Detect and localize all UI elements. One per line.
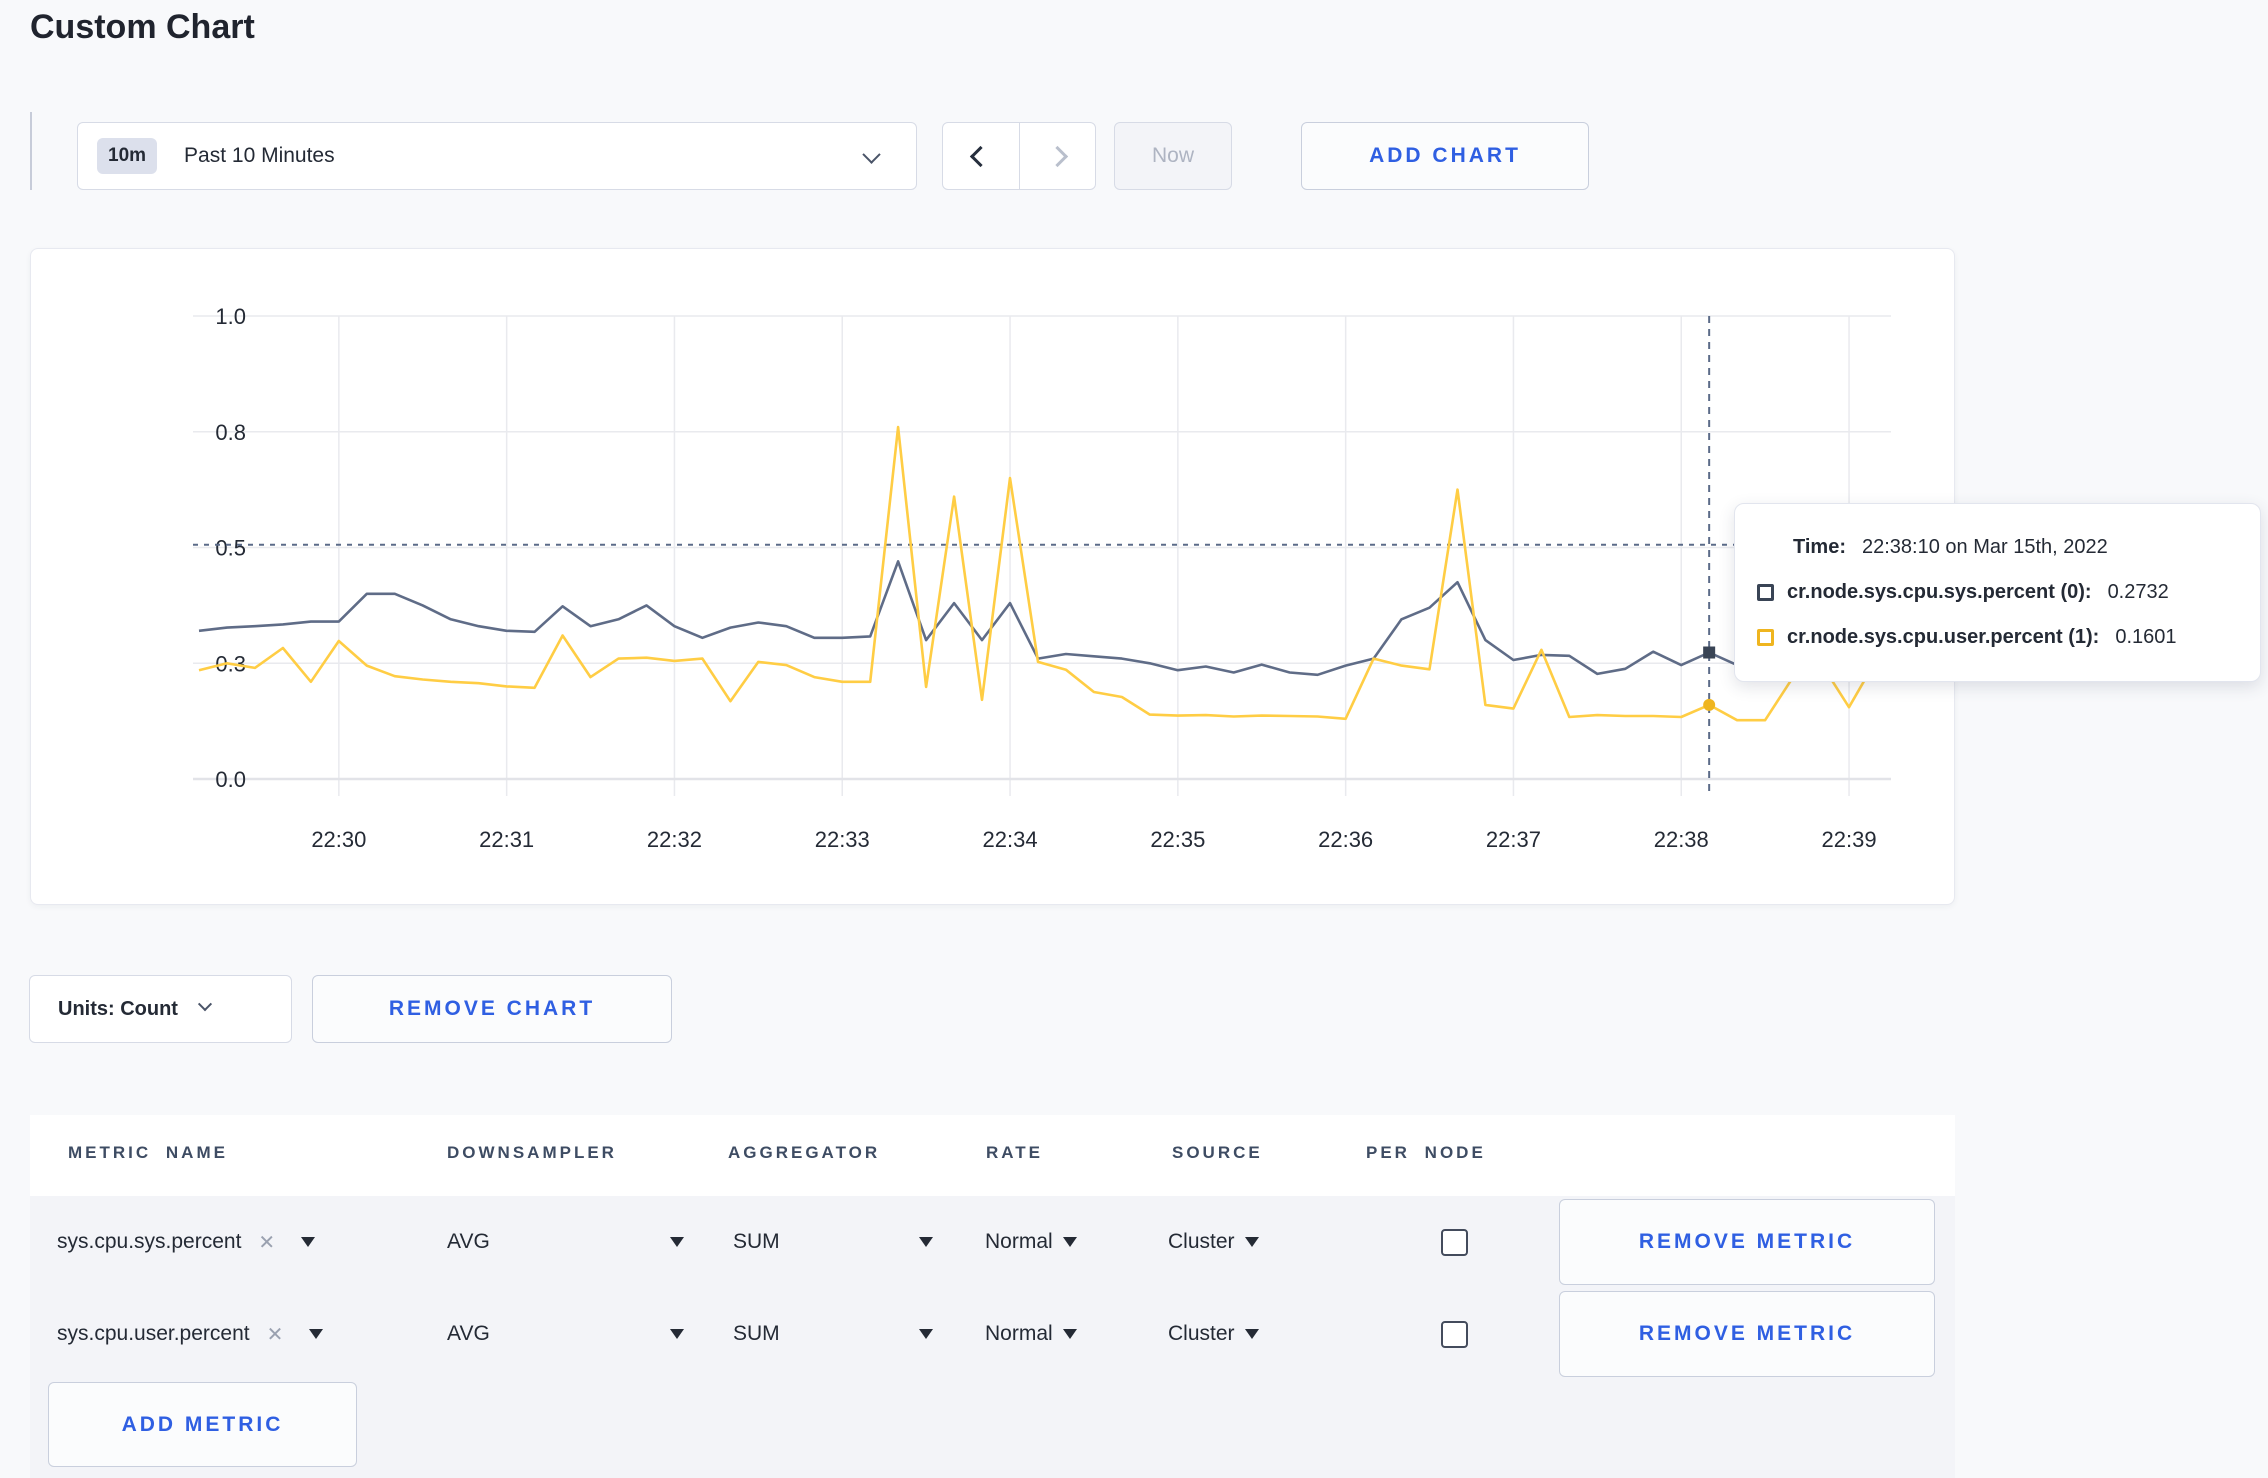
downsampler-value: AVG [447,1230,490,1253]
cpu-line-chart[interactable]: 22:30 22:31 22:32 22:33 22:34 22:35 22:36 22:37… [31,249,1954,904]
rate-value: Normal [985,1230,1053,1253]
caret-down-icon [670,1329,684,1339]
aggregator-value: SUM [733,1230,780,1253]
svg-text:22:38: 22:38 [1654,827,1709,852]
svg-text:22:39: 22:39 [1822,827,1877,852]
tooltip-series-value: 0.1601 [2115,626,2177,648]
table-row: sys.cpu.sys.percent ✕ AVG SUM Normal Clu… [30,1196,1955,1288]
units-dropdown[interactable]: Units: Count [29,975,292,1043]
svg-text:22:37: 22:37 [1486,827,1541,852]
svg-text:22:34: 22:34 [983,827,1038,852]
page-title: Custom Chart [30,8,255,46]
remove-metric-button[interactable]: REMOVE METRIC [1559,1291,1935,1377]
per-node-cell [1424,1288,1484,1380]
source-value: Cluster [1168,1322,1235,1345]
svg-text:1.0: 1.0 [215,304,246,329]
metric-name-select[interactable]: sys.cpu.user.percent ✕ [57,1288,324,1380]
time-step-buttons [942,122,1096,190]
units-label: Units: Count [58,997,178,1020]
aggregator-select[interactable]: SUM [733,1288,933,1380]
per-node-checkbox[interactable] [1440,1320,1468,1348]
rate-select[interactable]: Normal [985,1288,1077,1380]
metric-name-select[interactable]: sys.cpu.sys.percent ✕ [57,1196,316,1288]
downsampler-value: AVG [447,1322,490,1345]
svg-text:22:33: 22:33 [815,827,870,852]
add-metric-button[interactable]: ADD METRIC [48,1382,357,1467]
col-header-aggregator: AGGREGATOR [728,1143,881,1162]
downsampler-select[interactable]: AVG [447,1288,684,1380]
col-header-metric-name: METRIC NAME [68,1143,228,1162]
source-select[interactable]: Cluster [1168,1196,1259,1288]
svg-text:22:35: 22:35 [1150,827,1205,852]
toolbar-divider [30,112,32,190]
per-node-cell [1424,1196,1484,1288]
table-row: sys.cpu.user.percent ✕ AVG SUM Normal Cl… [30,1288,1955,1380]
svg-text:22:30: 22:30 [311,827,366,852]
prev-time-button[interactable] [943,123,1019,189]
clear-metric-icon[interactable]: ✕ [267,1322,284,1347]
add-chart-button[interactable]: ADD CHART [1301,122,1589,190]
caret-down-icon [1062,1329,1077,1339]
series-swatch-sys-icon [1757,584,1774,601]
rate-value: Normal [985,1322,1053,1345]
time-range-label: Past 10 Minutes [184,144,335,167]
metric-name-value: sys.cpu.user.percent [57,1322,250,1345]
chevron-right-icon [1046,145,1068,167]
svg-text:22:36: 22:36 [1318,827,1373,852]
svg-text:22:32: 22:32 [647,827,702,852]
chevron-left-icon [970,145,992,167]
caret-down-icon [1244,1237,1259,1247]
chevron-down-icon [862,145,881,164]
caret-down-icon [919,1237,933,1247]
aggregator-value: SUM [733,1322,780,1345]
tooltip-series-value: 0.2732 [2107,581,2169,603]
tooltip-series-name: cr.node.sys.cpu.user.percent (1): [1787,626,2100,648]
remove-chart-button[interactable]: REMOVE CHART [312,975,672,1043]
col-header-per-node: PER NODE [1366,1143,1486,1162]
svg-text:0.8: 0.8 [215,420,246,445]
caret-down-icon [1244,1329,1259,1339]
aggregator-select[interactable]: SUM [733,1196,933,1288]
col-header-source: SOURCE [1172,1143,1263,1162]
caret-down-icon [670,1237,684,1247]
chart-tooltip: Time: 22:38:10 on Mar 15th, 2022 cr.node… [1734,503,2261,682]
caret-down-icon [301,1237,316,1247]
source-select[interactable]: Cluster [1168,1288,1259,1380]
remove-metric-button[interactable]: REMOVE METRIC [1559,1199,1935,1285]
time-range-dropdown[interactable]: 10m Past 10 Minutes [77,122,917,190]
caret-down-icon [309,1329,324,1339]
now-button[interactable]: Now [1114,122,1232,190]
time-range-badge: 10m [97,138,158,174]
tooltip-time-label: Time: [1793,536,1846,558]
col-header-rate: RATE [986,1143,1044,1162]
chevron-down-icon [197,997,213,1012]
source-value: Cluster [1168,1230,1235,1253]
series-swatch-user-icon [1757,629,1774,646]
next-time-button[interactable] [1018,123,1096,189]
caret-down-icon [1062,1237,1077,1247]
metrics-table-header: METRIC NAME DOWNSAMPLER AGGREGATOR RATE … [30,1115,1955,1196]
svg-text:0.5: 0.5 [215,536,246,561]
tooltip-time-value: 22:38:10 on Mar 15th, 2022 [1861,536,2108,558]
clear-metric-icon[interactable]: ✕ [258,1230,275,1255]
svg-text:22:31: 22:31 [479,827,534,852]
downsampler-select[interactable]: AVG [447,1196,684,1288]
caret-down-icon [919,1329,933,1339]
col-header-downsampler: DOWNSAMPLER [447,1143,617,1162]
svg-text:0.0: 0.0 [215,767,246,792]
metric-name-value: sys.cpu.sys.percent [57,1230,242,1253]
rate-select[interactable]: Normal [985,1196,1077,1288]
per-node-checkbox[interactable] [1440,1228,1468,1256]
tooltip-series-name: cr.node.sys.cpu.sys.percent (0): [1787,581,2092,603]
chart-card[interactable]: 22:30 22:31 22:32 22:33 22:34 22:35 22:36 22:37… [30,248,1955,905]
